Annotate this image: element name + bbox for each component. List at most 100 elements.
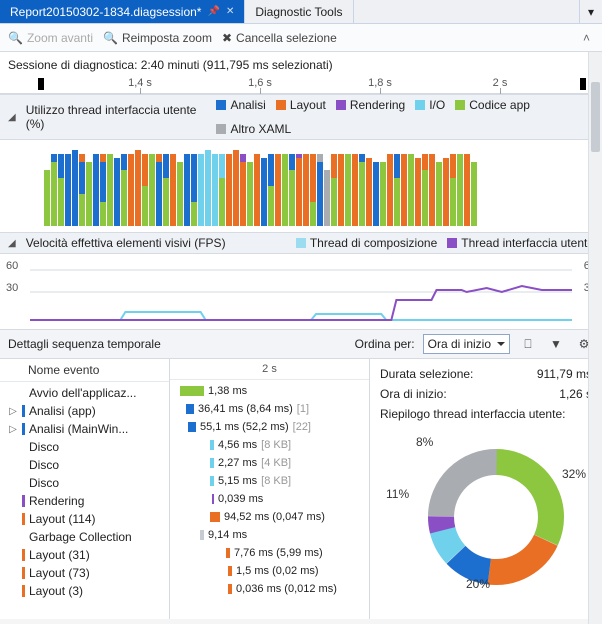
scroll-thumb[interactable]	[591, 82, 600, 152]
util-bar[interactable]	[142, 154, 148, 226]
pin-icon[interactable]: 📌	[207, 6, 219, 17]
util-bar[interactable]	[212, 154, 218, 226]
group-icon[interactable]: ⎕	[518, 334, 538, 354]
util-bar[interactable]	[422, 154, 428, 226]
util-bar[interactable]	[51, 154, 57, 226]
util-bar[interactable]	[219, 154, 225, 226]
util-bar[interactable]	[317, 154, 323, 226]
util-bar[interactable]	[471, 162, 477, 226]
gantt-row[interactable]: 36,41 ms (8,64 ms)[1]	[170, 400, 369, 418]
scroll-up-button[interactable]: ˄	[579, 31, 594, 45]
util-bar[interactable]	[331, 154, 337, 226]
util-bar[interactable]	[401, 154, 407, 226]
util-bar[interactable]	[429, 154, 435, 226]
util-bar[interactable]	[387, 154, 393, 226]
util-bar[interactable]	[303, 154, 309, 226]
util-bar[interactable]	[156, 154, 162, 226]
util-bar[interactable]	[268, 154, 274, 226]
gantt-row[interactable]: 0,039 ms	[170, 490, 369, 508]
util-bar[interactable]	[408, 154, 414, 226]
event-row[interactable]: Disco	[0, 456, 169, 474]
event-row[interactable]: Layout (31)	[0, 546, 169, 564]
util-bar[interactable]	[191, 154, 197, 226]
util-bar[interactable]	[352, 154, 358, 226]
util-bar[interactable]	[310, 154, 316, 226]
util-bar[interactable]	[289, 154, 295, 226]
selection-end-marker[interactable]	[580, 78, 586, 90]
collapse-icon[interactable]: ◢	[8, 238, 16, 249]
util-bar[interactable]	[107, 154, 113, 226]
tab-overflow-button[interactable]: ▾	[579, 0, 602, 23]
selection-start-marker[interactable]	[38, 78, 44, 90]
util-bar[interactable]	[380, 162, 386, 226]
event-row[interactable]: Layout (3)	[0, 582, 169, 600]
util-bar[interactable]	[226, 154, 232, 226]
collapse-icon[interactable]: ◢	[8, 112, 16, 123]
clear-selection-button[interactable]: ✖ Cancella selezione	[222, 31, 337, 45]
util-bar[interactable]	[247, 162, 253, 226]
util-bar[interactable]	[58, 154, 64, 226]
event-row[interactable]: Rendering	[0, 492, 169, 510]
util-bar[interactable]	[93, 154, 99, 226]
util-bar[interactable]	[450, 154, 456, 226]
event-row[interactable]: Avvio dell'applicaz...	[0, 384, 169, 402]
close-icon[interactable]: ✕	[226, 6, 234, 17]
util-bar[interactable]	[338, 154, 344, 226]
util-bar[interactable]	[205, 150, 211, 226]
event-row[interactable]: ▷Analisi (MainWin...	[0, 420, 169, 438]
util-bar[interactable]	[436, 162, 442, 226]
gantt-row[interactable]: 2,27 ms[4 KB]	[170, 454, 369, 472]
gantt-row[interactable]: 9,14 ms	[170, 526, 369, 544]
util-bar[interactable]	[394, 154, 400, 226]
event-row[interactable]: ▷Analisi (app)	[0, 402, 169, 420]
utilization-chart[interactable]	[0, 140, 602, 232]
gantt-row[interactable]: 0,036 ms (0,012 ms)	[170, 580, 369, 598]
sort-dropdown[interactable]: Ora di inizio	[423, 334, 510, 354]
util-bar[interactable]	[79, 154, 85, 226]
util-bar[interactable]	[261, 158, 267, 226]
event-row[interactable]: Layout (114)	[0, 510, 169, 528]
time-ruler[interactable]: 1,4 s 1,6 s 1,8 s 2 s	[0, 74, 602, 94]
reset-zoom-button[interactable]: 🔍 Reimposta zoom	[103, 31, 212, 45]
util-bar[interactable]	[163, 154, 169, 226]
util-bar[interactable]	[198, 154, 204, 226]
fps-chart[interactable]: 60 30 60 30	[0, 254, 602, 330]
event-row[interactable]: Disco	[0, 474, 169, 492]
util-bar[interactable]	[240, 154, 246, 226]
vertical-scrollbar[interactable]	[588, 52, 602, 624]
util-bar[interactable]	[415, 158, 421, 226]
expand-icon[interactable]: ▷	[8, 406, 18, 417]
util-bar[interactable]	[254, 154, 260, 226]
util-bar[interactable]	[170, 154, 176, 226]
util-bar[interactable]	[114, 158, 120, 226]
util-bar[interactable]	[275, 154, 281, 226]
util-bar[interactable]	[128, 154, 134, 226]
tab-report[interactable]: Report20150302-1834.diagsession* 📌 ✕	[0, 0, 245, 23]
util-bar[interactable]	[324, 170, 330, 226]
gantt-row[interactable]: 5,15 ms[8 KB]	[170, 472, 369, 490]
util-bar[interactable]	[149, 154, 155, 226]
util-bar[interactable]	[100, 154, 106, 226]
gantt-row[interactable]: 55,1 ms (52,2 ms)[22]	[170, 418, 369, 436]
util-bar[interactable]	[296, 154, 302, 226]
util-bar[interactable]	[345, 154, 351, 226]
util-bar[interactable]	[373, 162, 379, 226]
expand-icon[interactable]: ▷	[8, 424, 18, 435]
util-bar[interactable]	[44, 170, 50, 226]
gantt-row[interactable]: 1,38 ms	[170, 382, 369, 400]
event-row[interactable]: Layout (73)	[0, 564, 169, 582]
util-bar[interactable]	[366, 158, 372, 226]
filter-icon[interactable]: ▼	[546, 334, 566, 354]
util-bar[interactable]	[184, 154, 190, 226]
util-bar[interactable]	[135, 150, 141, 226]
util-bar[interactable]	[282, 154, 288, 226]
util-bar[interactable]	[359, 154, 365, 226]
event-row[interactable]: Garbage Collection	[0, 528, 169, 546]
event-row[interactable]: Disco	[0, 438, 169, 456]
tab-diagnostic-tools[interactable]: Diagnostic Tools	[245, 0, 353, 23]
util-bar[interactable]	[457, 154, 463, 226]
util-bar[interactable]	[72, 150, 78, 226]
gantt-row[interactable]: 4,56 ms[8 KB]	[170, 436, 369, 454]
util-bar[interactable]	[86, 162, 92, 226]
util-bar[interactable]	[443, 158, 449, 226]
